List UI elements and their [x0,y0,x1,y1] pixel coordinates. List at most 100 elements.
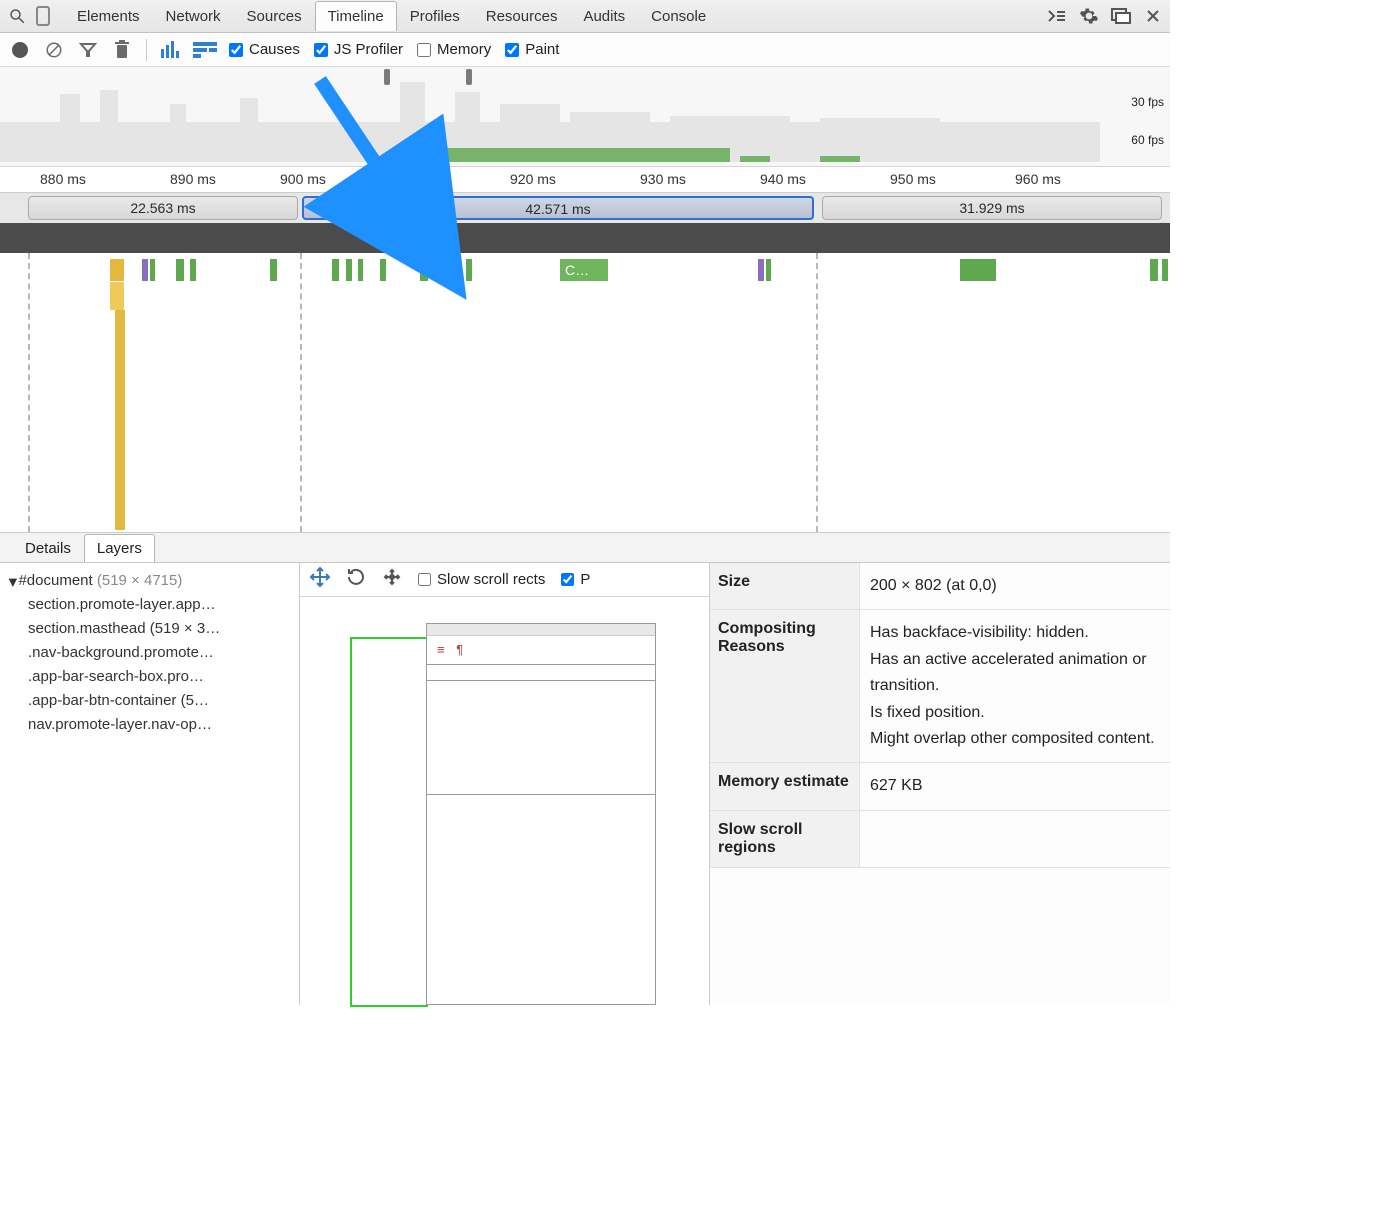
flame-block-painting[interactable] [1162,259,1168,281]
ruler-tick: 950 ms [890,171,936,187]
causes-label: Causes [249,41,300,58]
search-icon[interactable] [6,5,28,27]
tab-network[interactable]: Network [153,1,234,31]
ruler-tick: 890 ms [170,171,216,187]
flame-block-painting[interactable] [346,259,352,281]
paint-rects-label: P [580,571,590,588]
flame-block-painting[interactable] [190,259,196,281]
flame-block-painting[interactable] [766,259,771,281]
jsprofiler-checkbox-input[interactable] [314,43,328,57]
timeline-frame[interactable]: 31.929 ms [822,196,1162,220]
tabstrip-right-icons [1046,5,1164,27]
timeline-ruler[interactable]: 880 ms 890 ms 900 ms ms 920 ms 930 ms 94… [0,167,1170,193]
chevron-down-icon[interactable]: ▶ [3,579,21,587]
paint-rects-checkbox-input[interactable] [561,573,574,586]
flame-block-painting[interactable] [466,259,472,281]
barchart-mode-icon[interactable] [161,40,181,60]
paint-rects-checkbox[interactable]: P [561,571,590,588]
tab-elements[interactable]: Elements [64,1,153,31]
tree-item[interactable]: nav.promote-layer.nav-op… [8,713,291,737]
timeline-flamechart[interactable]: C… [0,253,1170,533]
flame-block-rendering[interactable] [758,259,764,281]
timeline-frames-row[interactable]: 22.563 ms 42.571 ms 31.929 ms [0,193,1170,223]
timeline-bottom-tabs: Details Layers [0,533,1170,563]
tab-timeline[interactable]: Timeline [315,1,397,31]
flame-block-painting[interactable] [380,259,386,281]
mock-divider [427,680,655,681]
tree-root[interactable]: ▶#document (519 × 4715) [8,569,291,593]
tree-item[interactable]: section.masthead (519 × 3… [8,617,291,641]
record-button[interactable] [10,40,30,60]
tab-audits[interactable]: Audits [570,1,638,31]
timeline-darkstrip [0,223,1170,253]
flame-block-rendering[interactable] [142,259,148,281]
flame-block-painting[interactable] [960,259,996,281]
tree-item[interactable]: .app-bar-btn-container (5… [8,689,291,713]
timeline-frame-selected[interactable]: 42.571 ms [302,196,814,220]
trash-icon[interactable] [112,40,132,60]
paint-checkbox[interactable]: Paint [505,41,559,58]
slow-scroll-checkbox[interactable]: Slow scroll rects [418,571,545,588]
ruler-tick: 900 ms [280,171,326,187]
close-icon[interactable] [1142,5,1164,27]
layers-preview[interactable]: Slow scroll rects P ≡ ¶ [300,563,710,1005]
flamechart-mode-icon[interactable] [195,40,215,60]
ruler-tick: 960 ms [1015,171,1061,187]
rotate-icon[interactable] [346,567,366,592]
device-icon[interactable] [32,5,54,27]
prop-label: Compositing Reasons [710,610,860,762]
flame-block-scripting[interactable] [110,259,124,281]
flame-block-composite[interactable]: C… [560,259,608,281]
frame-boundary [300,253,302,532]
tree-item[interactable]: .nav-background.promote… [8,641,291,665]
prop-value: 200 × 802 (at 0,0) [860,563,1170,609]
devtools-tabstrip: Elements Network Sources Timeline Profil… [0,0,1170,33]
memory-checkbox[interactable]: Memory [417,41,491,58]
overview-green [404,142,426,162]
causes-checkbox[interactable]: Causes [229,41,300,58]
mock-divider [427,664,655,665]
slow-scroll-checkbox-input[interactable] [418,573,431,586]
prop-label: Size [710,563,860,609]
tree-item[interactable]: .app-bar-search-box.pro… [8,665,291,689]
paint-checkbox-input[interactable] [505,43,519,57]
flame-block-painting[interactable] [176,259,184,281]
panel-tabs: Elements Network Sources Timeline Profil… [64,1,719,31]
flame-block-painting[interactable] [332,259,339,281]
layers-tree[interactable]: ▶#document (519 × 4715) section.promote-… [0,563,300,1005]
tab-console[interactable]: Console [638,1,719,31]
drawer-icon[interactable] [1046,5,1068,27]
flame-block-painting[interactable] [150,259,155,281]
gear-icon[interactable] [1078,5,1100,27]
flame-block-painting[interactable] [420,259,428,281]
timeline-overview[interactable]: 30 fps 60 fps [0,67,1170,167]
tab-resources[interactable]: Resources [473,1,571,31]
tab-sources[interactable]: Sources [234,1,315,31]
reset-view-icon[interactable] [382,567,402,592]
ruler-tick: ms [430,171,449,187]
flame-block-scripting[interactable] [115,310,125,530]
tree-root-dim: (519 × 4715) [93,572,183,589]
pan-icon[interactable] [310,567,330,592]
layer-highlight[interactable] [350,637,428,1007]
filter-icon[interactable] [78,40,98,60]
flame-block-painting[interactable] [1150,259,1158,281]
page-preview[interactable]: ≡ ¶ [426,623,656,1005]
dock-icon[interactable] [1110,5,1132,27]
layers-preview-canvas[interactable]: ≡ ¶ [300,597,709,1005]
timeline-frame[interactable]: 22.563 ms [28,196,298,220]
tab-layers[interactable]: Layers [84,534,155,562]
tab-profiles[interactable]: Profiles [397,1,473,31]
tab-details[interactable]: Details [12,534,84,562]
prop-value: 627 KB [860,763,1170,809]
flame-block-painting[interactable] [270,259,277,281]
flame-block-scripting[interactable] [110,282,124,310]
longframe-marker [466,69,472,85]
clear-icon[interactable] [44,40,64,60]
tree-item[interactable]: section.promote-layer.app… [8,593,291,617]
flame-block-painting[interactable] [358,259,363,281]
ruler-tick: 930 ms [640,171,686,187]
jsprofiler-checkbox[interactable]: JS Profiler [314,41,403,58]
causes-checkbox-input[interactable] [229,43,243,57]
memory-checkbox-input[interactable] [417,43,431,57]
